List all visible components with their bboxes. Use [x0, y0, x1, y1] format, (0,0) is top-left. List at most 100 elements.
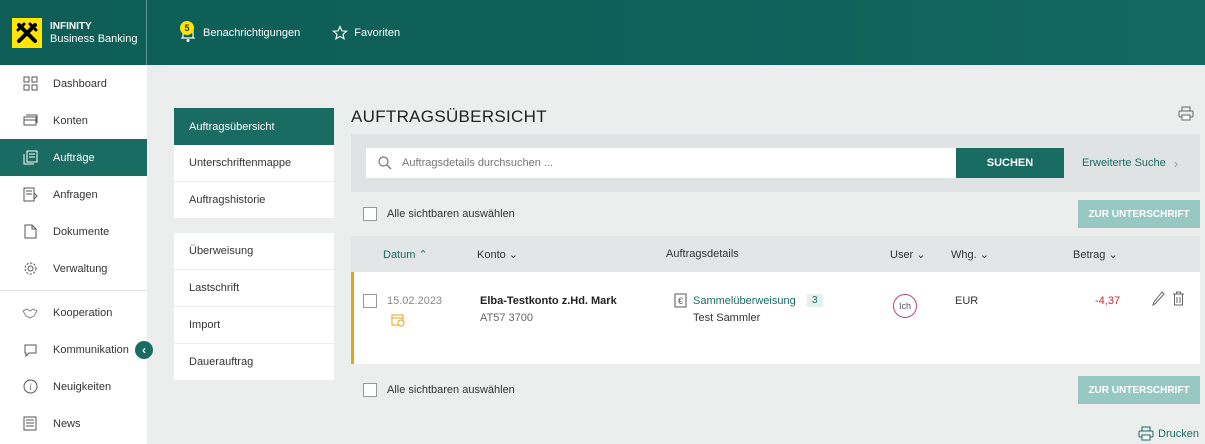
subnav-item-import[interactable]: Import [174, 307, 334, 344]
sidebar-item-label: Kooperation [53, 306, 113, 319]
row-amount: -4,37 [1095, 295, 1121, 307]
brand-line2: Business Banking [50, 32, 138, 45]
sidebar-item-dashboard[interactable]: Dashboard [0, 65, 147, 102]
subnav-item-ueberweisung[interactable]: Überweisung [174, 233, 334, 270]
dashboard-icon [22, 76, 38, 92]
row-account-name: Elba-Testkonto z.Hd. Mark [480, 295, 617, 307]
raiffeisen-logo-icon [12, 17, 42, 48]
notifications-label: Benachrichtigungen [203, 26, 301, 39]
sidebar-item-label: Kommunikation [53, 343, 129, 356]
print-button[interactable]: Drucken [1138, 426, 1199, 441]
select-all-top[interactable]: Alle sichtbaren auswählen [363, 207, 515, 221]
sidebar: Dashboard Konten Aufträge Anfragen Dokum… [0, 65, 153, 444]
handshake-icon [22, 305, 38, 321]
collective-transfer-icon: € [674, 293, 687, 311]
sidebar-item-konten[interactable]: Konten [0, 102, 147, 139]
select-all-label: Alle sichtbaren auswählen [387, 384, 515, 396]
select-all-checkbox[interactable] [363, 383, 377, 397]
search-field[interactable] [366, 148, 956, 178]
sidebar-item-news[interactable]: News [0, 405, 147, 442]
sidebar-divider [0, 290, 147, 291]
main-content: AUFTRAGSÜBERSICHT SUCHEN Erweiterte Such… [351, 100, 1200, 412]
column-header-currency[interactable]: Whg. ⌄ [951, 248, 989, 261]
advanced-search-label: Erweiterte Suche [1082, 157, 1166, 169]
favorites-button[interactable]: Favoriten [332, 24, 400, 41]
accounts-icon [22, 113, 38, 129]
row-checkbox[interactable] [363, 294, 377, 308]
print-label: Drucken [1158, 427, 1199, 440]
avatar: Ich [893, 294, 917, 318]
subnav-item-auftragsuebersicht[interactable]: Auftragsübersicht [174, 108, 334, 145]
subnav-item-dauerauftrag[interactable]: Dauerauftrag [174, 344, 334, 381]
svg-text:i: i [29, 382, 32, 392]
subnav-item-auftragshistorie[interactable]: Auftragshistorie [174, 182, 334, 219]
row-currency: EUR [955, 295, 979, 307]
star-icon [332, 24, 349, 40]
row-order-type-link[interactable]: Sammelüberweisung [693, 295, 796, 307]
sidebar-item-neuigkeiten[interactable]: i Neuigkeiten [0, 368, 147, 405]
search-icon [378, 156, 392, 170]
sidebar-item-verwaltung[interactable]: Verwaltung [0, 250, 147, 287]
calendar-clock-icon [391, 313, 405, 330]
sidebar-item-label: Konten [53, 114, 88, 127]
sidebar-item-label: Verwaltung [53, 262, 108, 275]
sidebar-item-label: Anfragen [53, 188, 98, 201]
orders-icon [22, 150, 38, 166]
sidebar-item-kommunikation[interactable]: Kommunikation ‹ [0, 331, 153, 368]
sidebar-item-auftraege[interactable]: Aufträge [0, 139, 147, 176]
gear-icon [22, 261, 38, 277]
select-all-row-bottom: Alle sichtbaren auswählen ZUR UNTERSCHRI… [351, 368, 1200, 412]
column-header-details: Auftragsdetails [666, 248, 739, 260]
select-all-bottom[interactable]: Alle sichtbaren auswählen [363, 383, 515, 397]
sidebar-item-anfragen[interactable]: Anfragen [0, 176, 147, 213]
requests-icon [22, 187, 38, 203]
sign-button-bottom[interactable]: ZUR UNTERSCHRIFT [1078, 376, 1200, 404]
info-icon: i [22, 379, 38, 395]
advanced-search-link[interactable]: Erweiterte Suche › [1082, 148, 1178, 178]
row-account-number: AT57 3700 [480, 312, 534, 324]
chat-icon [22, 342, 38, 358]
row-order-count-badge: 3 [807, 294, 823, 307]
search-area: SUCHEN Erweiterte Suche › [351, 134, 1200, 192]
column-header-amount[interactable]: Betrag ⌄ [1073, 248, 1118, 261]
column-header-date[interactable]: Datum ⌃ [383, 248, 428, 261]
print-icon[interactable] [1178, 106, 1194, 124]
select-all-label: Alle sichtbaren auswählen [387, 208, 515, 220]
notifications-badge: 5 [180, 20, 194, 35]
sidebar-item-label: Dokumente [53, 225, 110, 238]
collapse-sidebar-button[interactable]: ‹ [135, 341, 153, 359]
sign-button-top[interactable]: ZUR UNTERSCHRIFT [1078, 200, 1200, 228]
select-all-checkbox[interactable] [363, 207, 377, 221]
page-title: AUFTRAGSÜBERSICHT [351, 106, 547, 126]
sidebar-item-label: Dashboard [53, 77, 107, 90]
sidebar-item-label: News [53, 417, 81, 430]
documents-icon [22, 224, 38, 240]
subnav-group-create: Überweisung Lastschrift Import Dauerauft… [174, 233, 334, 381]
search-input[interactable] [402, 157, 942, 169]
news-icon [22, 416, 38, 432]
brand[interactable]: INFINITY Business Banking [0, 0, 147, 65]
subnav-item-unterschriftenmappe[interactable]: Unterschriftenmappe [174, 145, 334, 182]
sidebar-item-kooperation[interactable]: Kooperation [0, 294, 147, 331]
notifications-button[interactable]: 5 Benachrichtigungen [179, 20, 301, 43]
brand-line1: INFINITY [50, 20, 92, 32]
column-header-user[interactable]: User ⌄ [890, 248, 926, 261]
orders-subnav: Auftragsübersicht Unterschriftenmappe Au… [174, 108, 334, 395]
select-all-row-top: Alle sichtbaren auswählen ZUR UNTERSCHRI… [351, 192, 1200, 236]
column-header-account[interactable]: Konto ⌄ [477, 248, 518, 261]
search-button[interactable]: SUCHEN [956, 148, 1064, 178]
sidebar-item-dokumente[interactable]: Dokumente [0, 213, 147, 250]
svg-text:€: € [678, 296, 683, 306]
bell-icon: 5 [179, 20, 197, 43]
subnav-group-overview: Auftragsübersicht Unterschriftenmappe Au… [174, 108, 334, 219]
edit-pencil-icon[interactable] [1152, 291, 1165, 309]
print-icon [1138, 426, 1154, 441]
row-order-name: Test Sammler [693, 312, 761, 324]
sidebar-item-label: Aufträge [53, 151, 95, 164]
trash-icon[interactable] [1172, 291, 1185, 309]
top-bar: INFINITY Business Banking 5 Benachrichti… [0, 0, 1205, 65]
row-date: 15.02.2023 [387, 295, 443, 307]
chevron-right-icon: › [1173, 155, 1179, 171]
table-row[interactable]: 15.02.2023 Elba-Testkonto z.Hd. Mark AT5… [351, 272, 1200, 364]
subnav-item-lastschrift[interactable]: Lastschrift [174, 270, 334, 307]
